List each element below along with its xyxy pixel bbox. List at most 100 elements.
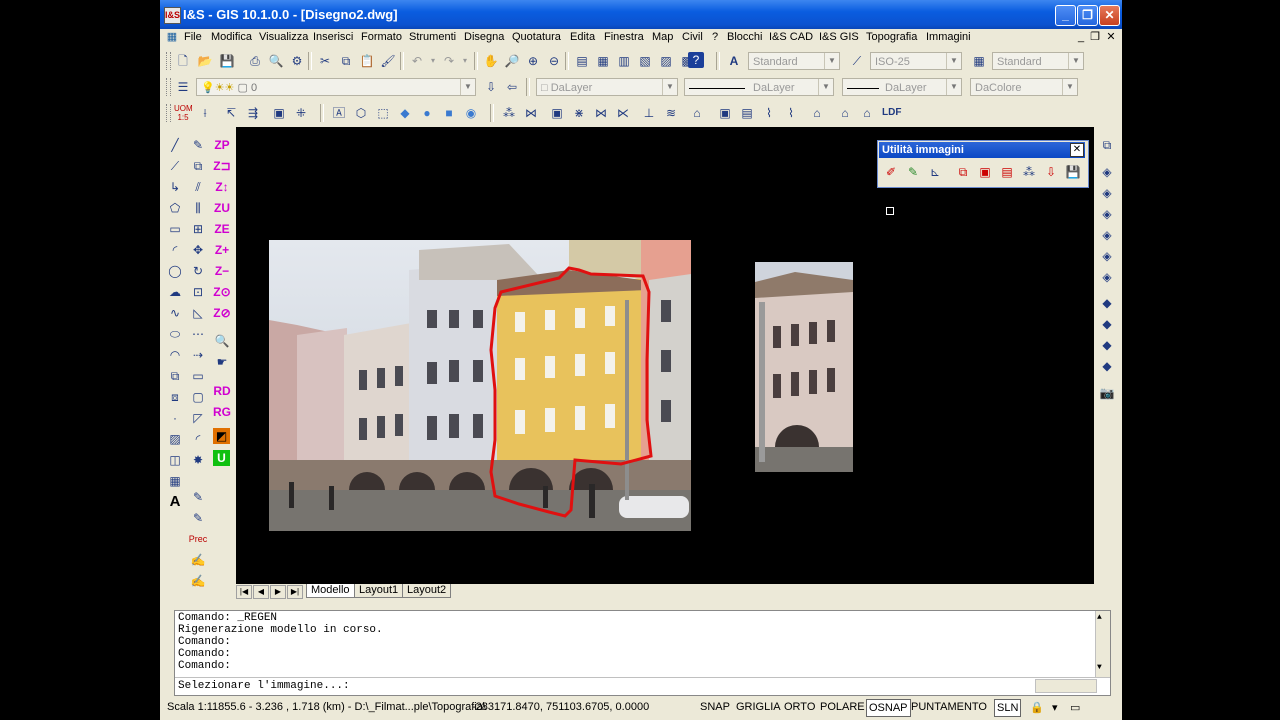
house-dim-icon[interactable]: ⌂ (808, 104, 826, 122)
image-export-icon[interactable]: ⇩ (1042, 163, 1060, 181)
extend-icon[interactable]: ⇢ (188, 345, 208, 365)
image-tool-icon[interactable]: ◩ (213, 428, 230, 444)
zoom-realtime-icon[interactable]: 🔎 (503, 52, 521, 70)
text-style-icon[interactable]: A (725, 52, 743, 70)
tray-settings-icon[interactable]: ▾ (1052, 701, 1058, 714)
layer-previous-icon[interactable]: ⇦ (503, 78, 521, 96)
table-style-icon[interactable]: ▦ (970, 52, 988, 70)
stretch-icon[interactable]: ◺ (188, 303, 208, 323)
ortho-toggle[interactable]: ORTO (782, 699, 817, 715)
tab-layout1[interactable]: Layout1 (354, 584, 404, 598)
erase-icon[interactable]: ✎ (188, 135, 208, 155)
redraw-button[interactable]: RD (212, 381, 232, 401)
properties-icon[interactable]: ▤ (573, 52, 591, 70)
layer-manager-icon[interactable]: ☰ (174, 78, 192, 96)
make-block-icon[interactable]: ⧈ (165, 387, 185, 407)
text-style-select[interactable]: Standard ▼ (748, 52, 840, 70)
curve-alt-icon[interactable]: ⌇ (782, 104, 800, 122)
menu-disegna[interactable]: Disegna (464, 31, 504, 43)
solid-box-icon[interactable]: ◆ (396, 104, 414, 122)
help-icon[interactable]: ? (688, 52, 704, 68)
construction-line-icon[interactable]: ⟋ (165, 156, 185, 176)
box-icon[interactable]: ⬚ (374, 104, 392, 122)
title-bar[interactable]: I&S I&S - GIS 10.1.0.0 - [Disegno2.dwg] … (160, 0, 1122, 29)
menu-is-cad[interactable]: I&S CAD (769, 31, 813, 43)
mirror-icon[interactable]: ⫽ (188, 177, 208, 197)
scroll-up-icon[interactable]: ▲ (1097, 613, 1102, 622)
sln-toggle[interactable]: SLN (994, 699, 1022, 717)
coordinates-icon[interactable]: ⟊ (196, 104, 214, 122)
menu-blocchi[interactable]: Blocchi (727, 31, 762, 43)
menu-help[interactable]: ? (712, 31, 718, 43)
point-icon[interactable]: · (165, 408, 185, 428)
menu-modifica[interactable]: Modifica (211, 31, 252, 43)
draw-pen-icon[interactable]: ✍ (188, 550, 208, 570)
linetype-select[interactable]: DaLayer ▼ (684, 78, 834, 96)
contour-icon[interactable]: ⋇ (570, 104, 588, 122)
back-view-icon[interactable]: ◈ (1097, 267, 1117, 287)
tray-fullscreen-icon[interactable]: ▭ (1070, 701, 1080, 714)
globe-icon[interactable]: ◉ (462, 104, 480, 122)
copy-object-icon[interactable]: ⧉ (188, 156, 208, 176)
image-transparency-icon[interactable]: ▤ (998, 163, 1016, 181)
left-view-icon[interactable]: ◈ (1097, 204, 1117, 224)
menu-map[interactable]: Map (652, 31, 673, 43)
offset-icon[interactable]: ⫼ (188, 198, 208, 218)
command-window[interactable]: Comando: _REGEN Rigenerazione modello in… (174, 610, 1111, 696)
command-prompt[interactable]: Selezionare l'immagine...: (178, 680, 350, 692)
paste-icon[interactable]: 📋 (358, 52, 376, 70)
menu-edita[interactable]: Edita (570, 31, 595, 43)
zoom-in-button[interactable]: Z+ (212, 240, 232, 260)
save-icon[interactable]: 💾 (218, 52, 236, 70)
prec-button[interactable]: Prec (188, 529, 208, 549)
edit-alt-icon[interactable]: ✎ (188, 508, 208, 528)
zoom-dynamic-button[interactable]: Z↕ (212, 177, 232, 197)
menu-quotatura[interactable]: Quotatura (512, 31, 561, 43)
zoom-previous-button[interactable]: ZP (212, 135, 232, 155)
image-quality-icon[interactable]: ▣ (976, 163, 994, 181)
snap-toggle[interactable]: SNAP (698, 699, 732, 715)
toolbar-grip[interactable] (166, 52, 171, 70)
menu-formato[interactable]: Formato (361, 31, 402, 43)
image-adjust-icon[interactable]: ⁂ (1020, 163, 1038, 181)
table-style-select[interactable]: Standard ▼ (992, 52, 1084, 70)
line-icon[interactable]: ╱ (165, 135, 185, 155)
print-icon[interactable]: ⎙ (246, 52, 264, 70)
ldf-button[interactable]: LDF (882, 104, 901, 122)
app-icon[interactable]: I&S (164, 7, 181, 24)
publish-icon[interactable]: ⚙ (288, 52, 306, 70)
toolbar-grip[interactable] (166, 104, 171, 122)
section-icon[interactable]: ⊥ (640, 104, 658, 122)
table-icon[interactable]: ▦ (165, 471, 185, 491)
ellipse-icon[interactable]: ⬭ (165, 324, 185, 344)
menu-strumenti[interactable]: Strumenti (409, 31, 456, 43)
sheet-icon[interactable]: ▤ (738, 104, 756, 122)
zoom-out-button[interactable]: Z− (212, 261, 232, 281)
menu-is-gis[interactable]: I&S GIS (819, 31, 859, 43)
edit-icon[interactable]: ✎ (188, 487, 208, 507)
dim-style-icon[interactable]: ⟋ (848, 52, 866, 70)
undo-u-button[interactable]: U (213, 450, 230, 466)
right-view-icon[interactable]: ◈ (1097, 225, 1117, 245)
minimize-button[interactable]: _ (1055, 5, 1076, 26)
house-alt-icon[interactable]: ⌂ (858, 104, 876, 122)
command-hscrollbar[interactable] (1035, 679, 1097, 693)
building-icon[interactable]: ⌂ (688, 104, 706, 122)
nw-iso-icon[interactable]: ◆ (1097, 356, 1117, 376)
make-current-icon[interactable]: ⇩ (482, 78, 500, 96)
draw-pen-alt-icon[interactable]: ✍ (188, 571, 208, 591)
point-list-icon[interactable]: ⇶ (244, 104, 262, 122)
close-button[interactable]: ✕ (1099, 5, 1120, 26)
mdi-close-icon[interactable]: ✕ (1104, 30, 1118, 44)
zoom-center-button[interactable]: Z⊙ (212, 282, 232, 302)
grid-points-icon[interactable]: ⁜ (292, 104, 310, 122)
menu-visualizza[interactable]: Visualizza (259, 31, 308, 43)
pan-hand-icon[interactable]: ☛ (212, 352, 232, 372)
network-icon[interactable]: ⋈ (522, 104, 540, 122)
arc-icon[interactable]: ◜ (165, 240, 185, 260)
pointer-icon[interactable]: ↸ (222, 104, 240, 122)
preview-icon[interactable]: 🔍 (267, 52, 285, 70)
raster-image-main[interactable] (269, 240, 691, 531)
plotstyle-select[interactable]: DaColore ▼ (970, 78, 1078, 96)
tool-palettes-icon[interactable]: ▥ (615, 52, 633, 70)
